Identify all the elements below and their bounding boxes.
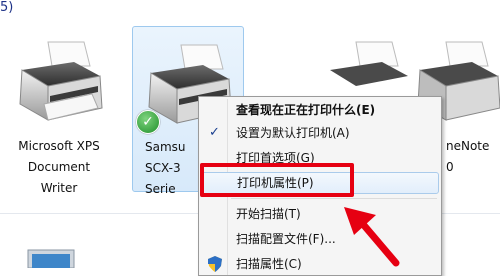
device-label-line: Document [27, 160, 91, 174]
printer-icon [19, 41, 103, 121]
menu-item-label: 扫描属性(C) [236, 257, 302, 271]
device-label-line: 0 [446, 160, 454, 174]
menu-separator [231, 198, 437, 199]
annotation-arrow [344, 207, 400, 267]
device-microsoft-xps[interactable]: Microsoft XPS Document Writer [0, 36, 118, 195]
device-label-line: neNote [446, 139, 490, 153]
device-label-line: Microsoft XPS [18, 139, 100, 153]
device-icon [27, 249, 75, 268]
default-printer-check-icon: ✓ [136, 110, 160, 134]
check-icon: ✓ [209, 125, 220, 140]
device-label-line: Writer [40, 181, 78, 195]
section-header: 5) [0, 0, 14, 15]
menu-item-see-whats-printing[interactable]: 查看现在正在打印什么(E) [201, 99, 439, 121]
shield-icon [208, 256, 222, 272]
annotation-highlight-box [200, 163, 354, 197]
menu-item-set-default[interactable]: ✓ 设置为默认打印机(A) [201, 122, 439, 144]
menu-item-label: 设置为默认打印机(A) [236, 126, 350, 140]
